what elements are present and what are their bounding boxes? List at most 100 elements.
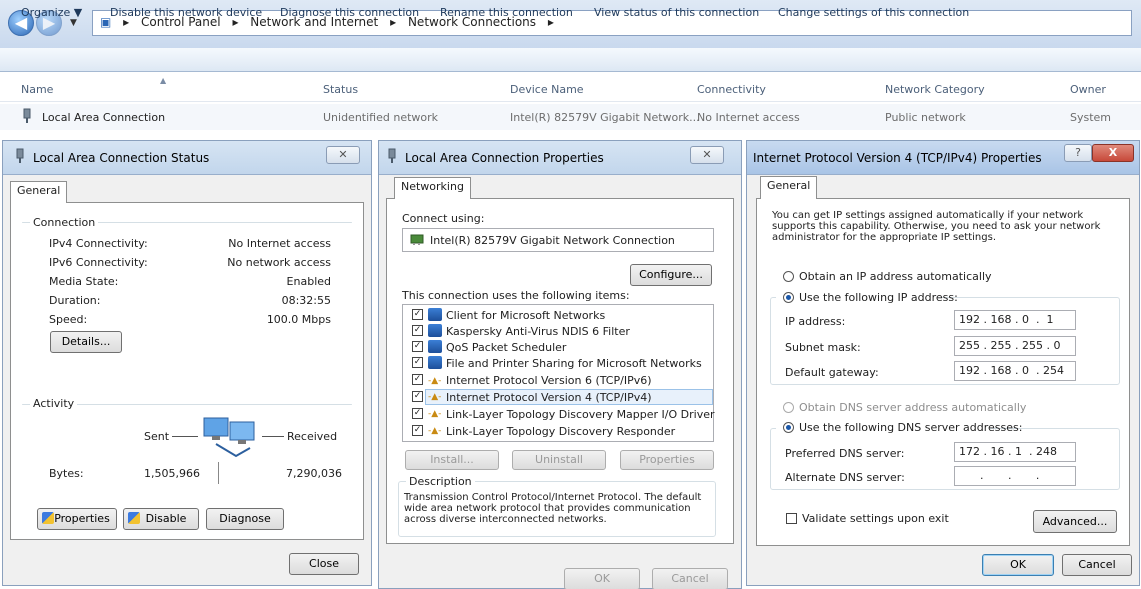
bytes-sent-value: 1,505,966 — [144, 467, 200, 480]
disable-button[interactable]: Disable — [123, 508, 199, 530]
item-checkbox[interactable]: ✓ — [412, 425, 423, 436]
ip-address-input[interactable]: 192 . 168 . 0 . 1 — [954, 310, 1076, 330]
item-checkbox[interactable]: ✓ — [412, 325, 423, 336]
field-label: Speed: — [49, 313, 88, 326]
list-item-selected[interactable]: Internet Protocol Version 4 (TCP/IPv4) — [446, 391, 652, 404]
default-gateway-input[interactable]: 192 . 168 . 0 . 254 — [954, 361, 1076, 381]
tab-general[interactable]: General — [760, 176, 818, 199]
properties-dialog-title: Local Area Connection Properties — [405, 151, 604, 165]
uac-shield-icon — [42, 512, 54, 524]
view-status-button[interactable]: View status of this connection — [594, 6, 759, 19]
ipv4-ok-button[interactable]: OK — [982, 554, 1054, 576]
rename-connection-button[interactable]: Rename this connection — [440, 6, 573, 19]
bytes-label: Bytes: — [49, 467, 84, 480]
command-bar — [0, 48, 1141, 72]
status-properties-button[interactable]: Properties — [37, 508, 117, 530]
close-button[interactable]: X — [1092, 144, 1134, 162]
client-icon — [428, 308, 442, 321]
item-checkbox[interactable]: ✓ — [412, 374, 423, 385]
status-general-pane — [10, 202, 364, 540]
activity-group-label: Activity — [30, 397, 78, 410]
column-header-device-name[interactable]: Device Name — [510, 83, 584, 96]
status-dialog-title: Local Area Connection Status — [33, 151, 210, 165]
list-item[interactable]: Kaspersky Anti-Virus NDIS 6 Filter — [446, 325, 630, 338]
ipv4-cancel-button[interactable]: Cancel — [1062, 554, 1132, 576]
field-value: No network access — [227, 256, 331, 269]
connection-status-cell: Unidentified network — [323, 111, 439, 124]
received-label: Received — [287, 430, 338, 443]
disable-device-button[interactable]: Disable this network device — [110, 6, 262, 19]
obtain-dns-auto-radio[interactable] — [783, 402, 794, 413]
ip-address-label: IP address: — [785, 315, 846, 328]
uninstall-button[interactable]: Uninstall — [512, 450, 606, 470]
item-properties-button[interactable]: Properties — [620, 450, 714, 470]
item-checkbox[interactable]: ✓ — [412, 408, 423, 419]
description-label: Description — [406, 475, 475, 488]
item-checkbox[interactable]: ✓ — [412, 391, 423, 402]
obtain-dns-auto-label[interactable]: Obtain DNS server address automatically — [799, 401, 1026, 414]
adapter-name: Intel(R) 82579V Gigabit Network Connecti… — [430, 234, 675, 247]
alternate-dns-input[interactable]: . . . — [954, 466, 1076, 486]
obtain-ip-auto-radio[interactable] — [783, 271, 794, 282]
close-icon[interactable]: ✕ — [690, 146, 724, 164]
field-value: No Internet access — [228, 237, 331, 250]
network-adapter-icon — [386, 148, 398, 167]
column-header-connectivity[interactable]: Connectivity — [697, 83, 766, 96]
list-item[interactable]: Link-Layer Topology Discovery Responder — [446, 425, 675, 438]
properties-ok-button[interactable]: OK — [564, 568, 640, 589]
field-label: IPv6 Connectivity: — [49, 256, 148, 269]
item-checkbox[interactable]: ✓ — [412, 309, 423, 320]
alternate-dns-label: Alternate DNS server: — [785, 471, 905, 484]
column-header-name[interactable]: Name — [21, 83, 53, 96]
use-following-dns-label[interactable]: Use the following DNS server addresses: — [799, 421, 1022, 434]
item-checkbox[interactable]: ✓ — [412, 357, 423, 368]
connectivity-cell: No Internet access — [697, 111, 800, 124]
recent-pages-icon[interactable]: ▼ — [70, 18, 77, 28]
validate-label[interactable]: Validate settings upon exit — [802, 512, 949, 525]
list-item[interactable]: QoS Packet Scheduler — [446, 341, 566, 354]
status-close-button[interactable]: Close — [289, 553, 359, 575]
help-button[interactable]: ? — [1064, 144, 1092, 162]
use-following-dns-radio[interactable] — [783, 422, 794, 433]
diagnose-connection-button[interactable]: Diagnose this connection — [280, 6, 419, 19]
connection-name-cell[interactable]: Local Area Connection — [42, 111, 165, 124]
list-item[interactable]: Link-Layer Topology Discovery Mapper I/O… — [446, 408, 715, 421]
status-properties-label: Properties — [54, 512, 110, 525]
field-label: Media State: — [49, 275, 119, 288]
list-item[interactable]: Internet Protocol Version 6 (TCP/IPv6) — [446, 374, 652, 387]
connect-using-label: Connect using: — [402, 212, 485, 225]
computer-network-icon — [200, 414, 260, 460]
ipv4-intro-text: You can get IP settings assigned automat… — [772, 210, 1101, 243]
preferred-dns-input[interactable]: 172 . 16 . 1 . 248 — [954, 442, 1076, 462]
tab-general[interactable]: General — [10, 181, 68, 203]
tab-networking[interactable]: Networking — [394, 177, 471, 199]
list-item[interactable]: Client for Microsoft Networks — [446, 309, 605, 322]
obtain-ip-auto-label[interactable]: Obtain an IP address automatically — [799, 270, 992, 283]
close-icon[interactable]: ✕ — [326, 146, 360, 164]
use-following-ip-label[interactable]: Use the following IP address: — [799, 291, 958, 304]
validate-checkbox[interactable] — [786, 513, 797, 524]
advanced-button[interactable]: Advanced... — [1033, 510, 1117, 533]
uac-shield-icon — [128, 512, 140, 524]
subnet-mask-input[interactable]: 255 . 255 . 255 . 0 — [954, 336, 1076, 356]
sent-line — [172, 436, 198, 437]
service-icon — [428, 356, 442, 369]
network-adapter-icon — [21, 108, 33, 124]
column-header-network-category[interactable]: Network Category — [885, 83, 985, 96]
network-card-icon — [410, 232, 424, 249]
item-checkbox[interactable]: ✓ — [412, 341, 423, 352]
disable-button-label: Disable — [145, 512, 187, 525]
column-header-owner[interactable]: Owner — [1070, 83, 1106, 96]
install-button[interactable]: Install... — [405, 450, 499, 470]
field-value: Enabled — [286, 275, 331, 288]
change-settings-button[interactable]: Change settings of this connection — [778, 6, 969, 19]
configure-button[interactable]: Configure... — [630, 264, 712, 286]
properties-cancel-button[interactable]: Cancel — [652, 568, 728, 589]
details-button[interactable]: Details... — [50, 331, 122, 353]
list-item[interactable]: File and Printer Sharing for Microsoft N… — [446, 357, 702, 370]
bytes-divider — [218, 462, 219, 484]
diagnose-button[interactable]: Diagnose — [206, 508, 284, 530]
column-header-status[interactable]: Status — [323, 83, 358, 96]
use-following-ip-radio[interactable] — [783, 292, 794, 303]
organize-button[interactable]: Organize ▼ — [21, 6, 82, 19]
